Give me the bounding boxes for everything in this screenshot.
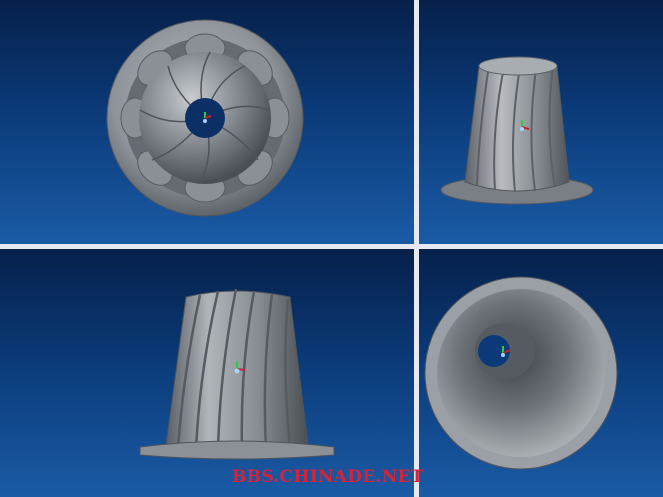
isometric-model: [440, 56, 594, 205]
viewport-divider-horizontal[interactable]: [0, 244, 663, 249]
watermark-text: BBS.CHINADE.NET: [232, 467, 424, 487]
front-view-model: [139, 288, 335, 460]
viewport-front-view[interactable]: [0, 249, 414, 497]
bottom-view-model: [424, 276, 618, 470]
viewport-top-view[interactable]: [0, 0, 414, 244]
top-view-model: [106, 19, 304, 217]
viewport-bottom-view[interactable]: [419, 249, 663, 497]
viewport-isometric-view[interactable]: [419, 0, 663, 244]
